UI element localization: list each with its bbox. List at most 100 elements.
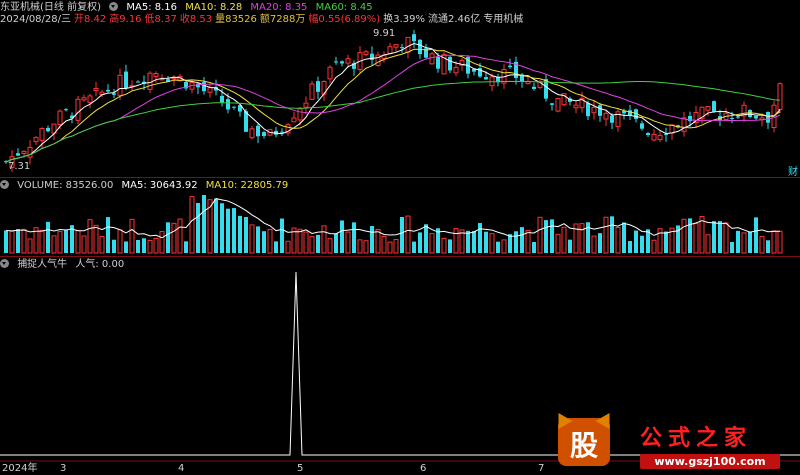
volume-bar (496, 241, 500, 253)
candle-body (33, 137, 39, 143)
volume-bar (303, 231, 309, 254)
candle-body (39, 128, 45, 141)
volume-bar (441, 237, 447, 254)
kline-chart[interactable] (0, 0, 800, 475)
volume-bar (393, 238, 399, 254)
volume-bar (202, 195, 206, 253)
volume-bar (274, 241, 278, 253)
volume-bar (400, 216, 404, 253)
volume-bar (525, 229, 531, 254)
candle-body (262, 132, 266, 136)
candle-body (291, 117, 297, 123)
volume-bar (256, 226, 260, 253)
volume-bar (297, 228, 303, 254)
volume-bar (771, 230, 777, 254)
candle-body (586, 103, 590, 117)
watermark-url: www.gszj100.com (640, 454, 780, 469)
candle-body (106, 89, 110, 92)
volume-bar (327, 238, 333, 254)
candle-body (736, 116, 740, 118)
volume-bar (544, 220, 548, 253)
candle-body (508, 65, 512, 68)
volume-bar (112, 239, 116, 253)
volume-bar (363, 240, 369, 254)
volume-bar (171, 222, 177, 254)
candle-body (153, 72, 159, 78)
candle-body (448, 56, 452, 71)
volume-bar (238, 215, 242, 253)
finance-marker[interactable]: 财 (788, 166, 800, 179)
volume-bar (316, 234, 320, 253)
candle-body (640, 123, 644, 129)
candle-body (550, 103, 554, 105)
candle-body (87, 95, 93, 103)
volume-bar (754, 217, 758, 253)
candle-body (124, 71, 128, 89)
xaxis-tick: 3 (60, 463, 67, 474)
candle-body (400, 47, 404, 49)
volume-bar (550, 219, 554, 253)
candle-body (93, 87, 99, 92)
candle-body (646, 133, 650, 135)
volume-bar (285, 240, 291, 254)
volume-bar (766, 240, 770, 253)
volume-bar (51, 235, 57, 254)
volume-bar (736, 230, 740, 253)
candle-body (334, 61, 338, 63)
ma5-line (5, 43, 781, 163)
volume-bar (75, 230, 81, 254)
volume-bar (759, 235, 765, 254)
candle-body (651, 133, 657, 141)
candle-body (418, 39, 422, 55)
volume-bar (640, 235, 644, 253)
volume-bar (4, 230, 8, 253)
volume-bar (370, 226, 374, 253)
candle-body (147, 72, 153, 90)
volume-bar (280, 218, 284, 253)
candle-body (387, 46, 393, 54)
candle-body (712, 101, 716, 112)
volume-bar (489, 233, 495, 254)
volume-bar (375, 228, 381, 254)
volume-bar (501, 239, 507, 254)
volume-bar (418, 232, 422, 253)
volume-bar (39, 229, 45, 254)
volume-bar (723, 222, 729, 254)
volume-bar (166, 222, 170, 253)
volume-bar (514, 231, 518, 253)
high-price-label: 9.91 (373, 28, 396, 39)
ma10-line (5, 48, 781, 163)
candle-body (591, 106, 597, 114)
volume-bar (334, 233, 338, 253)
candle-body (16, 153, 20, 156)
volume-bar (309, 236, 315, 254)
volume-bar (688, 218, 692, 253)
candle-body (657, 134, 663, 141)
candle-body (628, 110, 632, 116)
volume-bar (262, 231, 266, 253)
volume-bar (124, 241, 128, 253)
volume-bar (615, 226, 621, 254)
candle-body (202, 82, 206, 92)
volume-bar (681, 218, 687, 254)
volume-bar (244, 216, 248, 253)
volume-bar (9, 230, 15, 254)
volume-bar (147, 239, 153, 254)
volume-bar (693, 223, 699, 254)
volume-bar (340, 220, 344, 253)
candle-body (117, 74, 123, 96)
candle-body (171, 77, 177, 80)
volume-bar (598, 233, 602, 253)
candle-body (393, 44, 399, 48)
volume-bar (381, 235, 387, 254)
volume-bar (579, 223, 585, 254)
volume-bar (21, 228, 27, 254)
volume-bar (705, 234, 711, 254)
candle-body (256, 125, 260, 137)
volume-bar (466, 230, 470, 253)
volume-bar (352, 222, 356, 253)
candle-body (232, 106, 236, 108)
volume-bar (64, 230, 68, 253)
volume-bar (153, 238, 159, 254)
candle-body (316, 81, 320, 92)
